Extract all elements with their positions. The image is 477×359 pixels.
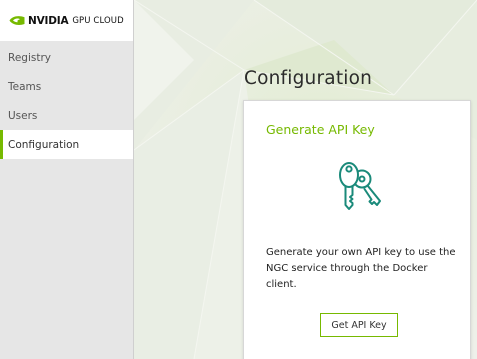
brand-product: GPU CLOUD <box>72 15 124 26</box>
main-content: Configuration Generate API Key Generate … <box>134 0 477 359</box>
sidebar: NVIDIA GPU CLOUD Registry Teams Users Co… <box>0 0 134 359</box>
api-key-card: Generate API Key Generate your own API k… <box>243 100 471 359</box>
get-api-key-button[interactable]: Get API Key <box>320 313 398 337</box>
sidebar-item-registry[interactable]: Registry <box>0 43 133 72</box>
nvidia-eye-icon <box>9 16 25 25</box>
sidebar-item-teams[interactable]: Teams <box>0 72 133 101</box>
sidebar-nav: Registry Teams Users Configuration <box>0 43 133 159</box>
brand-name: NVIDIA <box>28 14 69 27</box>
keys-icon <box>339 162 381 210</box>
page-title: Configuration <box>244 68 373 89</box>
card-description: Generate your own API key to use the NGC… <box>266 247 456 290</box>
app-window: NVIDIA GPU CLOUD Registry Teams Users Co… <box>0 0 477 359</box>
sidebar-item-configuration[interactable]: Configuration <box>0 130 133 159</box>
sidebar-item-users[interactable]: Users <box>0 101 133 130</box>
card-title: Generate API Key <box>266 122 375 137</box>
brand-header[interactable]: NVIDIA GPU CLOUD <box>0 0 133 41</box>
